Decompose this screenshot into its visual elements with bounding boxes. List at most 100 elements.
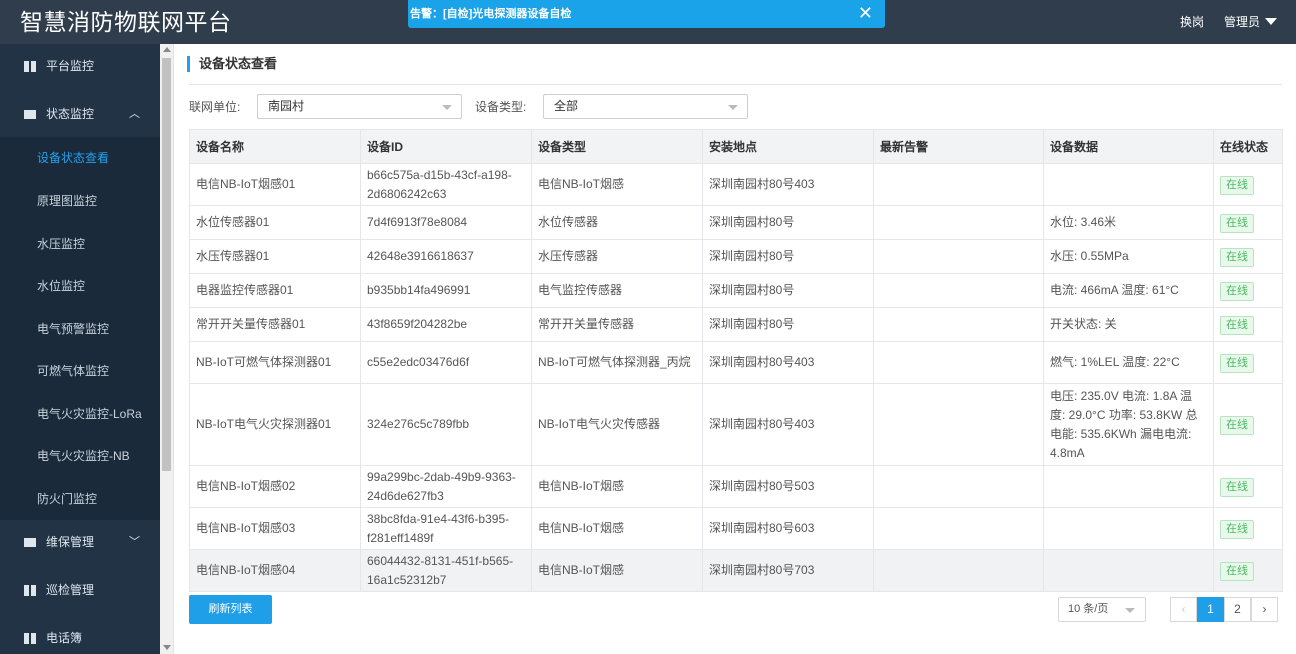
- cell-id: 42648e3916618637: [360, 239, 532, 274]
- cell-alarm: [873, 205, 1044, 240]
- column-header-status[interactable]: 在线状态: [1213, 129, 1283, 164]
- refresh-list-button[interactable]: 刷新列表: [189, 595, 272, 624]
- page-title-block: 设备状态查看: [187, 56, 277, 72]
- cell-type: 水位传感器: [531, 205, 703, 240]
- chevron-down-icon: ﹀: [129, 536, 140, 548]
- cell-id: 99a299bc-2dab-49b9-9363-24d6de627fb3: [360, 465, 532, 508]
- table-row[interactable]: NB-IoT可燃气体探测器01 c55e2edc03476d6f NB-IoT可…: [189, 341, 1283, 384]
- cell-data: 电压: 235.0V 电流: 1.8A 温度: 29.0°C 功率: 53.8K…: [1043, 383, 1214, 466]
- cell-id: b66c575a-d15b-43cf-a198-2d6806242c63: [360, 163, 532, 206]
- cell-name: 水压传感器01: [189, 239, 361, 274]
- type-select[interactable]: 全部: [543, 94, 748, 119]
- sidebar-subitem-water-level[interactable]: 水位监控: [0, 265, 160, 307]
- close-icon[interactable]: ✕: [858, 3, 873, 23]
- cell-location: 深圳南园村80号503: [702, 465, 874, 508]
- sidebar-item-inspection[interactable]: 巡检管理: [0, 568, 160, 612]
- sidebar-item-phonebook[interactable]: 电话簿: [0, 616, 160, 654]
- column-header-location[interactable]: 安装地点: [702, 129, 874, 164]
- sidebar-subitem-fire-door[interactable]: 防火门监控: [0, 478, 160, 520]
- page-button-1[interactable]: 1: [1197, 597, 1224, 622]
- user-menu[interactable]: 管理员: [1224, 14, 1278, 30]
- column-header-data[interactable]: 设备数据: [1043, 129, 1214, 164]
- page-size-select[interactable]: 10 条/页: [1058, 597, 1146, 622]
- cell-location: 深圳南园村80号: [702, 307, 874, 342]
- unit-select[interactable]: 南园村: [257, 94, 462, 119]
- cell-data: [1043, 507, 1214, 550]
- column-header-alarm[interactable]: 最新告警: [873, 129, 1044, 164]
- alert-banner[interactable]: 告警：[自检]光电探测器设备自检 ✕: [408, 0, 885, 28]
- cell-data: [1043, 465, 1214, 508]
- unit-select-value: 南园村: [268, 99, 305, 113]
- cell-location: 深圳南园村80号: [702, 205, 874, 240]
- sidebar-item-label: 平台监控: [46, 59, 95, 73]
- cell-location: 深圳南园村80号603: [702, 507, 874, 550]
- table-row[interactable]: 电信NB-IoT烟感04 66044432-8131-451f-b565-16a…: [189, 549, 1283, 592]
- alert-text: 告警：[自检]光电探测器设备自检: [410, 8, 572, 20]
- sidebar-item-label: 电话簿: [46, 631, 83, 645]
- status-badge: 在线: [1220, 213, 1254, 233]
- cell-type: 电信NB-IoT烟感: [531, 507, 703, 550]
- scrollbar-thumb[interactable]: [162, 58, 171, 471]
- cell-status: 在线: [1213, 341, 1283, 384]
- sidebar-scrollbar[interactable]: [160, 44, 174, 654]
- cell-location: 深圳南园村80号403: [702, 163, 874, 206]
- cell-status: 在线: [1213, 307, 1283, 342]
- sidebar-item-platform-monitor[interactable]: 平台监控: [0, 44, 160, 88]
- sidebar-item-status-monitor[interactable]: 状态监控 ︿: [0, 92, 160, 136]
- envelope-icon: [24, 110, 36, 120]
- table-row[interactable]: 水位传感器01 7d4f6913f78e8084 水位传感器 深圳南园村80号 …: [189, 205, 1283, 240]
- cell-alarm: [873, 507, 1044, 550]
- column-header-type[interactable]: 设备类型: [531, 129, 703, 164]
- column-header-name[interactable]: 设备名称: [189, 129, 361, 164]
- cell-status: 在线: [1213, 549, 1283, 592]
- next-page-button[interactable]: ›: [1251, 597, 1278, 622]
- cell-id: b935bb14fa496991: [360, 273, 532, 308]
- table-row[interactable]: 电信NB-IoT烟感02 99a299bc-2dab-49b9-9363-24d…: [189, 465, 1283, 508]
- cell-name: 电器监控传感器01: [189, 273, 361, 308]
- table-row[interactable]: 电信NB-IoT烟感01 b66c575a-d15b-43cf-a198-2d6…: [189, 163, 1283, 206]
- page-button-2[interactable]: 2: [1224, 597, 1251, 622]
- prev-page-button[interactable]: ‹: [1170, 597, 1197, 622]
- status-badge: 在线: [1220, 519, 1254, 539]
- sidebar-subitem-electric-fire-nb[interactable]: 电气火灾监控-NB: [0, 435, 160, 477]
- sidebar-subitem-electric-fire-lora[interactable]: 电气火灾监控-LoRa: [0, 393, 160, 435]
- table-row[interactable]: 常开开关量传感器01 43f8659f204282be 常开开关量传感器 深圳南…: [189, 307, 1283, 342]
- status-badge: 在线: [1220, 477, 1254, 497]
- cell-data: 水压: 0.55MPa: [1043, 239, 1214, 274]
- sidebar-item-maintenance[interactable]: 维保管理 ﹀: [0, 520, 160, 564]
- cell-location: 深圳南园村80号: [702, 239, 874, 274]
- table-row[interactable]: NB-IoT电气火灾探测器01 324e276c5c789fbb NB-IoT电…: [189, 383, 1283, 466]
- cell-type: NB-IoT电气火灾传感器: [531, 383, 703, 466]
- status-badge: 在线: [1220, 175, 1254, 195]
- status-badge: 在线: [1220, 353, 1254, 373]
- table-row[interactable]: 水压传感器01 42648e3916618637 水压传感器 深圳南园村80号 …: [189, 239, 1283, 274]
- scroll-up-icon[interactable]: [163, 47, 171, 52]
- table-row[interactable]: 电器监控传感器01 b935bb14fa496991 电气监控传感器 深圳南园村…: [189, 273, 1283, 308]
- sidebar-subitem-schematic[interactable]: 原理图监控: [0, 180, 160, 222]
- sidebar-subitem-device-status[interactable]: 设备状态查看: [0, 137, 160, 179]
- unit-filter-label: 联网单位:: [189, 100, 241, 114]
- cell-type: 常开开关量传感器: [531, 307, 703, 342]
- cell-type: 电信NB-IoT烟感: [531, 163, 703, 206]
- type-select-value: 全部: [554, 99, 579, 113]
- status-badge: 在线: [1220, 561, 1254, 581]
- sidebar-subitem-gas[interactable]: 可燃气体监控: [0, 350, 160, 392]
- status-badge: 在线: [1220, 247, 1254, 267]
- cell-data: 水位: 3.46米: [1043, 205, 1214, 240]
- divider: [189, 84, 1282, 85]
- cell-alarm: [873, 239, 1044, 274]
- scroll-down-icon[interactable]: [163, 645, 171, 650]
- main-content: 设备状态查看 联网单位: 南园村 设备类型: 全部 设备名称 设备ID 设备类型…: [175, 44, 1296, 654]
- status-badge: 在线: [1220, 415, 1254, 435]
- status-badge: 在线: [1220, 281, 1254, 301]
- column-header-id[interactable]: 设备ID: [360, 129, 532, 164]
- sidebar-subitem-water-pressure[interactable]: 水压监控: [0, 223, 160, 265]
- table-header-row: 设备名称 设备ID 设备类型 安装地点 最新告警 设备数据 在线状态: [189, 129, 1283, 164]
- cell-status: 在线: [1213, 239, 1283, 274]
- sidebar-item-label: 状态监控: [46, 107, 95, 121]
- chevron-down-icon: [1125, 608, 1135, 613]
- switch-shift-link[interactable]: 换岗: [1180, 14, 1204, 30]
- cell-type: NB-IoT可燃气体探测器_丙烷: [531, 341, 703, 384]
- table-row[interactable]: 电信NB-IoT烟感03 38bc8fda-91e4-43f6-b395-f28…: [189, 507, 1283, 550]
- sidebar-subitem-electric-warning[interactable]: 电气预警监控: [0, 308, 160, 350]
